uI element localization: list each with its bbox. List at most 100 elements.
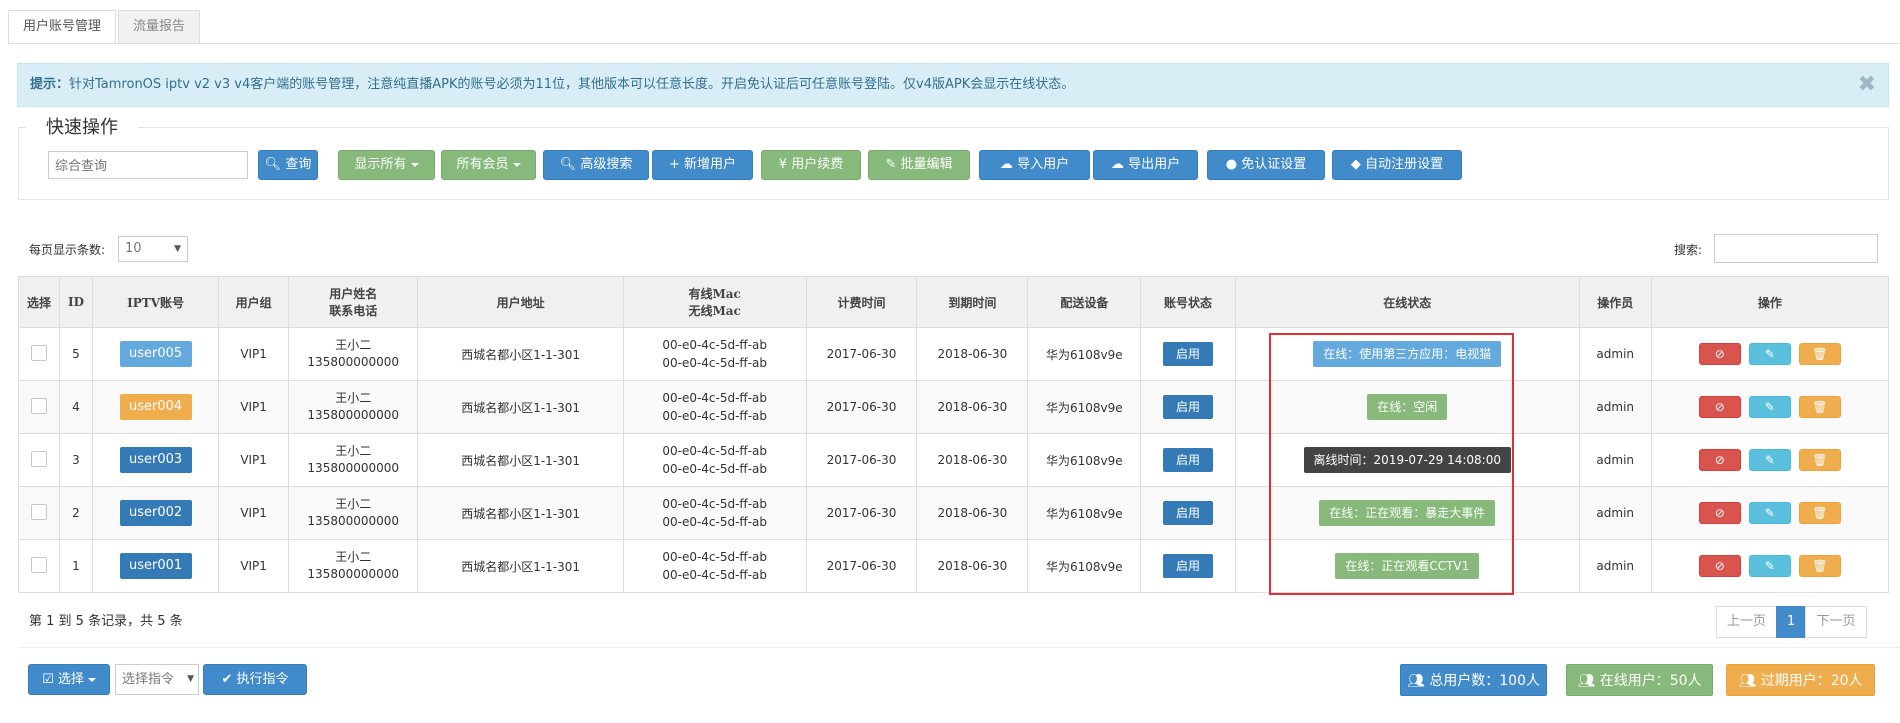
row-actions: ⊘ ✎ 🗑︎ [1650, 380, 1890, 434]
trash-icon[interactable]: 🗑︎ [1798, 343, 1841, 365]
add-user-button[interactable]: + 新增用户 [652, 150, 753, 180]
online-users-badge: 👥︎ 在线用户：50人 [1566, 664, 1713, 696]
row-checkbox[interactable] [31, 344, 48, 361]
close-icon[interactable]: ✖ [1858, 64, 1876, 106]
row-checkbox[interactable] [31, 503, 48, 520]
checkbox-icon: ☑ [42, 672, 54, 687]
row-group: VIP1 [218, 433, 290, 487]
ban-icon[interactable]: ⊘ [1698, 502, 1741, 524]
row-checkbox[interactable] [31, 397, 48, 414]
row-wireless-mac: 00-e0-4c-5d-ff-ab [662, 409, 768, 423]
table-row: 5 user005 VIP1 王小二 135800000000 西城名都小区1-1-301… [17, 327, 1890, 381]
trash-icon[interactable]: 🗑︎ [1798, 449, 1841, 471]
total-users-text: 总用户数：100人 [1429, 673, 1540, 689]
edit-icon[interactable]: ✎ [1748, 396, 1791, 418]
all-members-dropdown[interactable]: 所有会员 [441, 150, 536, 180]
account-badge[interactable]: user005 [119, 341, 192, 367]
col-mac[interactable]: 有线Mac 无线Mac [622, 276, 807, 328]
ban-icon[interactable]: ⊘ [1698, 555, 1741, 577]
trash-icon[interactable]: 🗑︎ [1798, 396, 1841, 418]
edit-icon[interactable]: ✎ [1748, 555, 1791, 577]
page-size-select[interactable]: 10 ▼ [118, 236, 188, 262]
status-toggle-button[interactable]: 启用 [1163, 342, 1214, 366]
prev-page-button[interactable]: 上一页 [1716, 606, 1777, 638]
row-name-phone: 王小二 135800000000 [288, 486, 419, 540]
next-page-button[interactable]: 下一页 [1805, 606, 1867, 638]
quick-ops-legend: 快速操作 [26, 113, 138, 139]
auth-free-settings-label: 免认证设置 [1241, 157, 1307, 172]
col-online[interactable]: 在线状态 [1234, 276, 1580, 328]
row-online-cell: 在线：空闲 [1234, 380, 1580, 434]
row-start-time: 2017-06-30 [805, 327, 918, 381]
cloud-upload-icon: ☁ [999, 157, 1013, 172]
col-start-time[interactable]: 计费时间 [805, 276, 918, 328]
row-name-phone: 王小二 135800000000 [288, 327, 419, 381]
table-search-input[interactable] [1714, 234, 1878, 263]
row-name: 王小二 [335, 444, 372, 458]
row-checkbox[interactable] [31, 556, 48, 573]
auto-register-settings-label: 自动注册设置 [1365, 157, 1444, 172]
col-group[interactable]: 用户组 [218, 276, 290, 328]
status-toggle-button[interactable]: 启用 [1163, 448, 1214, 472]
renew-user-button[interactable]: ¥ 用户续费 [761, 150, 861, 180]
yen-icon: ¥ [778, 157, 788, 172]
page-size-value: 10 [125, 241, 142, 256]
row-checkbox[interactable] [31, 450, 48, 467]
account-badge[interactable]: user001 [119, 553, 192, 579]
col-wired-mac: 有线Mac [688, 287, 741, 301]
select-dropdown[interactable]: ☑ 选择 [28, 664, 110, 695]
trash-icon[interactable]: 🗑︎ [1798, 555, 1841, 577]
ban-icon[interactable]: ⊘ [1698, 343, 1741, 365]
tab-user-accounts[interactable]: 用户账号管理 [8, 10, 117, 44]
col-id[interactable]: ID [59, 276, 93, 328]
row-mac: 00-e0-4c-5d-ff-ab 00-e0-4c-5d-ff-ab [622, 327, 807, 381]
execute-command-button[interactable]: ✔ 执行指令 [203, 664, 307, 695]
row-id: 1 [59, 539, 93, 593]
col-wireless-mac: 无线Mac [688, 304, 741, 318]
status-toggle-button[interactable]: 启用 [1163, 554, 1214, 578]
show-all-dropdown[interactable]: 显示所有 [338, 150, 435, 180]
col-name-phone[interactable]: 用户姓名 联系电话 [288, 276, 419, 328]
query-button[interactable]: 🔍︎ 查询 [258, 150, 318, 180]
export-users-label: 导出用户 [1128, 157, 1181, 172]
row-online-cell: 在线：正在观看：暴走大事件 [1234, 486, 1580, 540]
tab-traffic-report[interactable]: 流量报告 [118, 10, 201, 43]
auto-register-settings-button[interactable]: ◆ 自动注册设置 [1332, 150, 1462, 180]
trash-icon[interactable]: 🗑︎ [1798, 502, 1841, 524]
account-badge[interactable]: user004 [119, 394, 192, 420]
account-badge[interactable]: user003 [119, 447, 192, 473]
col-address[interactable]: 用户地址 [417, 276, 624, 328]
expired-users-badge: 👥︎ 过期用户：20人 [1726, 664, 1875, 696]
edit-icon[interactable]: ✎ [1748, 449, 1791, 471]
check-icon: ✔ [221, 672, 233, 687]
edit-icon[interactable]: ✎ [1748, 343, 1791, 365]
col-device[interactable]: 配送设备 [1027, 276, 1142, 328]
export-users-button[interactable]: ☁ 导出用户 [1093, 150, 1198, 180]
col-select[interactable]: 选择 [17, 276, 61, 328]
search-input[interactable] [48, 151, 248, 179]
auth-free-settings-button[interactable]: ● 免认证设置 [1207, 150, 1325, 180]
batch-edit-button[interactable]: ✎ 批量编辑 [868, 150, 970, 180]
row-wireless-mac: 00-e0-4c-5d-ff-ab [662, 568, 768, 582]
status-toggle-button[interactable]: 启用 [1163, 501, 1214, 525]
col-operator[interactable]: 操作员 [1578, 276, 1652, 328]
import-users-button[interactable]: ☁ 导入用户 [979, 150, 1090, 180]
col-account[interactable]: IPTV账号 [91, 276, 220, 328]
status-toggle-button[interactable]: 启用 [1163, 395, 1214, 419]
col-status[interactable]: 账号状态 [1140, 276, 1236, 328]
row-expire-time: 2018-06-30 [916, 380, 1029, 434]
command-select[interactable]: 选择指令 ▼ [115, 664, 199, 695]
ban-icon[interactable]: ⊘ [1698, 449, 1741, 471]
ban-icon[interactable]: ⊘ [1698, 396, 1741, 418]
col-expire-time[interactable]: 到期时间 [916, 276, 1029, 328]
plus-icon: + [668, 157, 680, 172]
caret-down-icon [410, 162, 419, 167]
advanced-search-button[interactable]: 🔍︎ 高级搜索 [543, 150, 649, 180]
row-account-cell: user001 [91, 539, 220, 593]
account-badge[interactable]: user002 [119, 500, 192, 526]
edit-icon[interactable]: ✎ [1748, 502, 1791, 524]
row-address: 西城名都小区1-1-301 [417, 433, 624, 487]
page-1-button[interactable]: 1 [1776, 606, 1806, 638]
row-address: 西城名都小区1-1-301 [417, 327, 624, 381]
page-size-label: 每页显示条数: [29, 243, 106, 257]
